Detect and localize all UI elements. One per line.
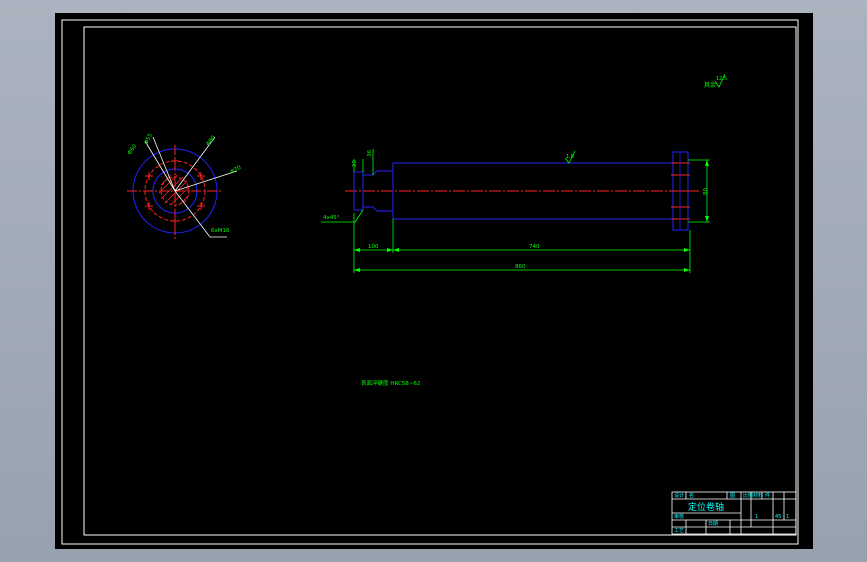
tb-r2c6: 45 xyxy=(775,514,781,520)
end-view-label-d: Φ70 xyxy=(230,165,243,176)
inner-frame xyxy=(83,26,797,536)
tech-requirement-note: 表面淬硬度 HRC58~62 xyxy=(361,379,420,387)
dim-chamfer: 4x45° xyxy=(323,215,340,221)
end-view-label-c: Φ80 xyxy=(205,134,217,147)
tb-r2c1: 审核 xyxy=(674,513,684,520)
side-view: 20 36 4x45° 100 740 860 80 1.6 xyxy=(321,149,710,273)
flange-bolt-marks xyxy=(671,162,690,220)
roughness-corner: 其余 12.5 xyxy=(704,73,727,89)
roughness-mid-value: 1.6 xyxy=(566,154,574,160)
dim-right-dia: 80 xyxy=(703,188,709,195)
dim-left-dia: 36 xyxy=(367,150,373,157)
dim-left-len: 100 xyxy=(368,244,379,250)
outer-frame xyxy=(61,19,799,545)
tb-r1c5: 比例 xyxy=(743,492,753,499)
dim-left-step: 20 xyxy=(352,160,358,167)
drawing-sheet: Φ60 Φ55 Φ80 Φ70 6xM16 20 36 4x45° 100 74… xyxy=(55,13,813,549)
tb-r1c7: 件 xyxy=(765,492,770,499)
tb-r4c1: 工艺 xyxy=(674,528,684,534)
end-view: Φ60 Φ55 Φ80 Φ70 6xM16 xyxy=(127,132,243,241)
tb-r1c4: 图 xyxy=(730,493,735,499)
roughness-corner-label: 其余 xyxy=(704,81,716,89)
tb-r2c5: 1 xyxy=(755,514,758,520)
tb-r3c2: 日期 xyxy=(708,521,718,527)
end-view-label-b: Φ55 xyxy=(144,132,154,145)
side-view-arrows xyxy=(354,160,709,272)
dim-total-len: 860 xyxy=(515,264,526,270)
dim-body-len: 740 xyxy=(529,244,540,250)
roughness-corner-value: 12.5 xyxy=(716,76,727,82)
cad-drawing: Φ60 Φ55 Φ80 Φ70 6xM16 20 36 4x45° 100 74… xyxy=(61,19,799,545)
end-view-label-a: Φ60 xyxy=(127,143,139,156)
tb-r1c2: 名 xyxy=(689,492,694,499)
tb-r1c1: 设计 xyxy=(674,492,684,499)
tb-r1c6: 材料 xyxy=(753,492,763,499)
end-view-thread-label: 6xM16 xyxy=(211,228,230,234)
tb-r2c7: 1 xyxy=(786,514,789,520)
tb-part-name: 定位卷轴 xyxy=(688,501,724,513)
